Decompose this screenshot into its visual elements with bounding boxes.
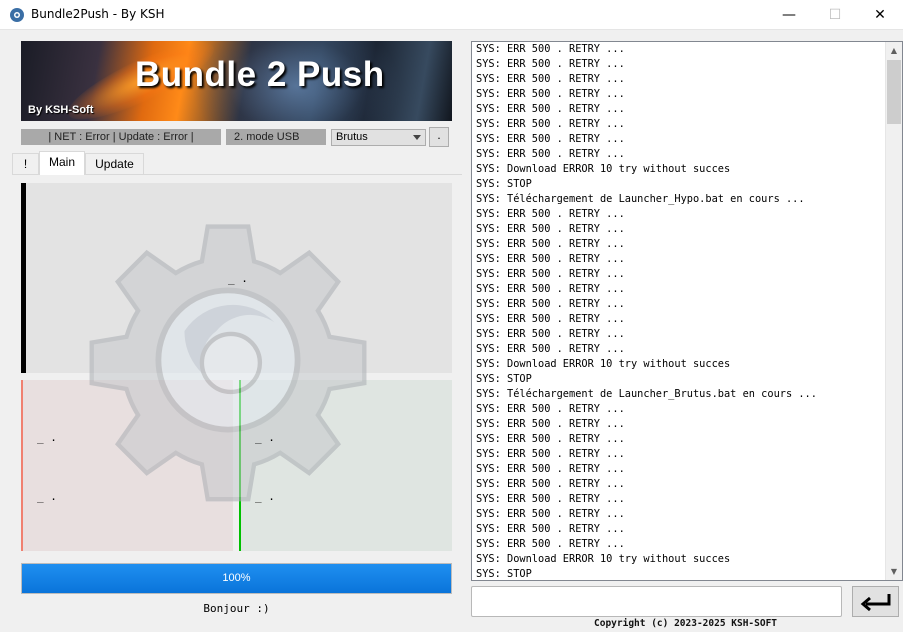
tab-update[interactable]: Update: [85, 153, 144, 174]
send-button[interactable]: [852, 586, 899, 617]
log-line: SYS: ERR 500 . RETRY ...: [476, 328, 625, 340]
log-line: SYS: ERR 500 . RETRY ...: [476, 448, 625, 460]
top-status-bar: [21, 183, 26, 373]
left-panel-line2: _ .: [37, 490, 57, 503]
log-line: SYS: ERR 500 . RETRY ...: [476, 268, 625, 280]
minimize-button[interactable]: —: [766, 0, 812, 30]
progress-label: 100%: [222, 572, 251, 584]
log-line: SYS: ERR 500 . RETRY ...: [476, 343, 625, 355]
log-line: SYS: Download ERROR 10 try without succe…: [476, 163, 731, 175]
scrollbar-thumb[interactable]: [887, 60, 901, 124]
log-line: SYS: ERR 500 . RETRY ...: [476, 223, 625, 235]
log-line: SYS: ERR 500 . RETRY ...: [476, 508, 625, 520]
log-line: SYS: ERR 500 . RETRY ...: [476, 238, 625, 250]
log-line: SYS: ERR 500 . RETRY ...: [476, 58, 625, 70]
log-line: SYS: ERR 500 . RETRY ...: [476, 298, 625, 310]
log-line: SYS: ERR 500 . RETRY ...: [476, 43, 625, 55]
log-line: SYS: Téléchargement de Launcher_Brutus.b…: [476, 388, 817, 400]
window-title: Bundle2Push - By KSH: [31, 7, 165, 21]
log-line: SYS: STOP: [476, 178, 532, 190]
log-line: SYS: STOP: [476, 373, 532, 385]
log-line: SYS: ERR 500 . RETRY ...: [476, 73, 625, 85]
log-line: SYS: ERR 500 . RETRY ...: [476, 538, 625, 550]
log-line: SYS: Download ERROR 10 try without succe…: [476, 358, 731, 370]
dot-button[interactable]: .: [429, 127, 449, 147]
log-line: SYS: ERR 500 . RETRY ...: [476, 103, 625, 115]
log-line: SYS: ERR 500 . RETRY ...: [476, 118, 625, 130]
net-update-status: | NET : Error | Update : Error |: [21, 129, 221, 145]
gear-watermark-icon: [89, 224, 367, 502]
right-panel-line1: _ .: [255, 431, 275, 444]
log-line: SYS: ERR 500 . RETRY ...: [476, 418, 625, 430]
log-output[interactable]: SYS: ERR 500 . RETRY ... SYS: ERR 500 . R…: [471, 41, 903, 581]
greeting-text: Bonjour :): [203, 602, 270, 615]
tab-main[interactable]: Main: [39, 151, 85, 175]
gear-app-icon: [10, 8, 24, 22]
log-line: SYS: ERR 500 . RETRY ...: [476, 493, 625, 505]
banner-subtitle: By KSH-Soft: [28, 104, 94, 116]
log-line: SYS: ERR 500 . RETRY ...: [476, 478, 625, 490]
command-input[interactable]: [471, 586, 842, 617]
banner-image: Bundle 2 Push By KSH-Soft: [21, 41, 452, 121]
profile-dropdown[interactable]: Brutus: [331, 129, 426, 146]
close-button[interactable]: ✕: [857, 0, 903, 30]
log-line: SYS: ERR 500 . RETRY ...: [476, 283, 625, 295]
log-line: SYS: ERR 500 . RETRY ...: [476, 88, 625, 100]
title-bar: Bundle2Push - By KSH — ☐ ✕: [0, 0, 903, 30]
log-scrollbar[interactable]: ▲ ▼: [885, 42, 902, 580]
top-panel-text: _ .: [228, 272, 248, 285]
scroll-up-icon[interactable]: ▲: [886, 42, 902, 59]
log-line: SYS: ERR 500 . RETRY ...: [476, 148, 625, 160]
log-line: SYS: ERR 500 . RETRY ...: [476, 433, 625, 445]
log-line: SYS: ERR 500 . RETRY ...: [476, 133, 625, 145]
log-line: SYS: ERR 500 . RETRY ...: [476, 463, 625, 475]
log-line: SYS: STOP: [476, 568, 532, 580]
log-line: SYS: ERR 500 . RETRY ...: [476, 208, 625, 220]
chevron-down-icon: [413, 135, 421, 140]
maximize-button[interactable]: ☐: [812, 0, 858, 30]
enter-arrow-icon: [860, 594, 891, 612]
scroll-down-icon[interactable]: ▼: [886, 563, 902, 580]
log-line: SYS: ERR 500 . RETRY ...: [476, 313, 625, 325]
mode-status: 2. mode USB: [226, 129, 326, 145]
log-line: SYS: Download ERROR 10 try without succe…: [476, 553, 731, 565]
progress-bar: 100%: [21, 563, 452, 594]
copyright-text: Copyright (c) 2023-2025 KSH-SOFT: [594, 618, 778, 629]
banner-title: Bundle 2 Push: [135, 55, 385, 94]
left-panel-line1: _ .: [37, 431, 57, 444]
profile-dropdown-value: Brutus: [336, 131, 368, 143]
log-line: SYS: ERR 500 . RETRY ...: [476, 253, 625, 265]
log-line: SYS: Téléchargement de Launcher_Hypo.bat…: [476, 193, 805, 205]
log-lines: SYS: ERR 500 . RETRY ... SYS: ERR 500 . R…: [476, 42, 886, 580]
tab-info[interactable]: !: [12, 153, 39, 174]
log-line: SYS: ERR 500 . RETRY ...: [476, 403, 625, 415]
right-panel-line2: _ .: [255, 490, 275, 503]
log-line: SYS: ERR 500 . RETRY ...: [476, 523, 625, 535]
left-status-bar: [21, 380, 23, 551]
